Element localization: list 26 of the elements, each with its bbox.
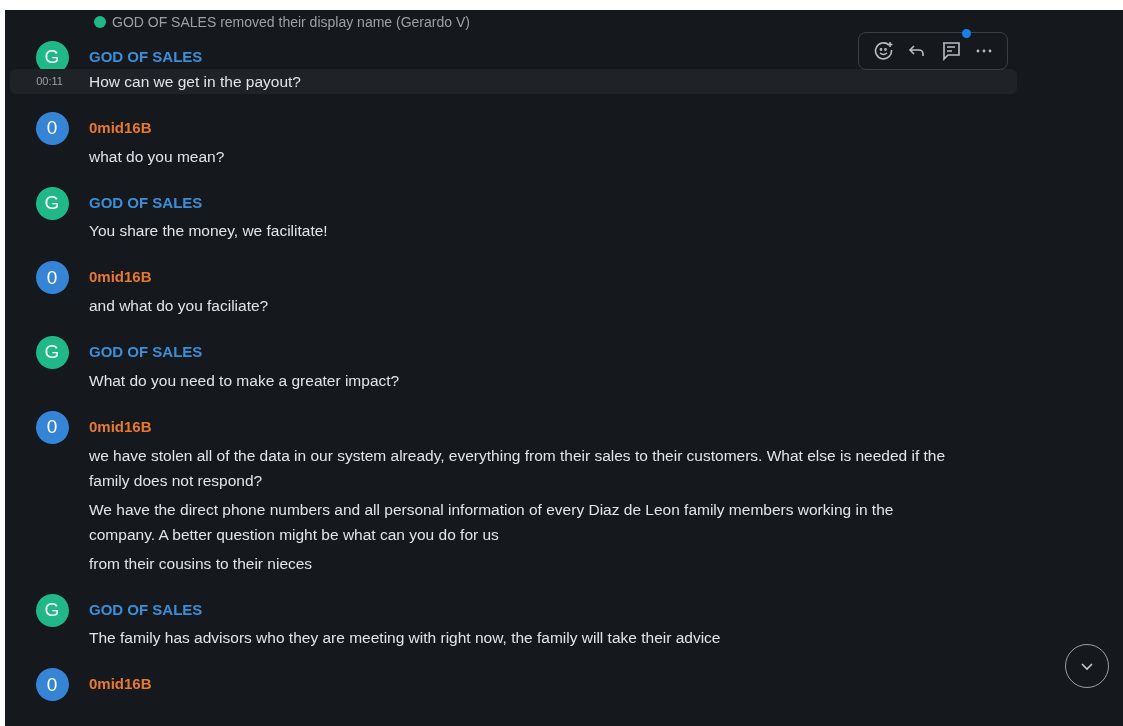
message-text: from their cousins to their nieces [89,553,313,574]
user-avatar: 0 [35,668,69,702]
message-text: How can we get in the payout? [89,71,301,92]
author-name[interactable]: GOD OF SALES [89,46,203,68]
author-name[interactable]: GOD OF SALES [89,191,203,214]
message-text: what do you mean? [89,146,225,167]
user-avatar: 0 [35,410,69,444]
message-text: The family has advisors who they are meeting with right now, the family will take their advice [89,628,721,649]
user-avatar: 0 [35,111,69,145]
message-text: What do you need to make a greater impact? [89,370,400,391]
author-name[interactable]: GOD OF SALES [89,598,203,621]
author-name[interactable]: 0mid16B [89,116,152,139]
user-avatar: G [35,336,69,369]
author-name[interactable]: 0mid16B [89,673,152,696]
system-message: GOD OF SALES removed their display name (Gerardo V) [112,12,470,32]
user-avatar: G [35,593,69,627]
user-avatar: 0 [35,261,69,295]
status-dot [94,16,106,28]
message-text: and what do you faciliate? [89,296,269,316]
message-text: we have stolen all of the data in our system already, everything from their sales to their customers. What else is needed if the family does not respond? [89,445,947,491]
author-name[interactable]: GOD OF SALES [89,341,203,363]
timestamp: 00:11 [36,74,63,89]
user-avatar: G [35,186,69,220]
author-name[interactable]: 0mid16B [89,415,152,438]
message-text: You share the money, we facilitate! [89,221,328,242]
author-name[interactable]: 0mid16B [89,266,152,289]
